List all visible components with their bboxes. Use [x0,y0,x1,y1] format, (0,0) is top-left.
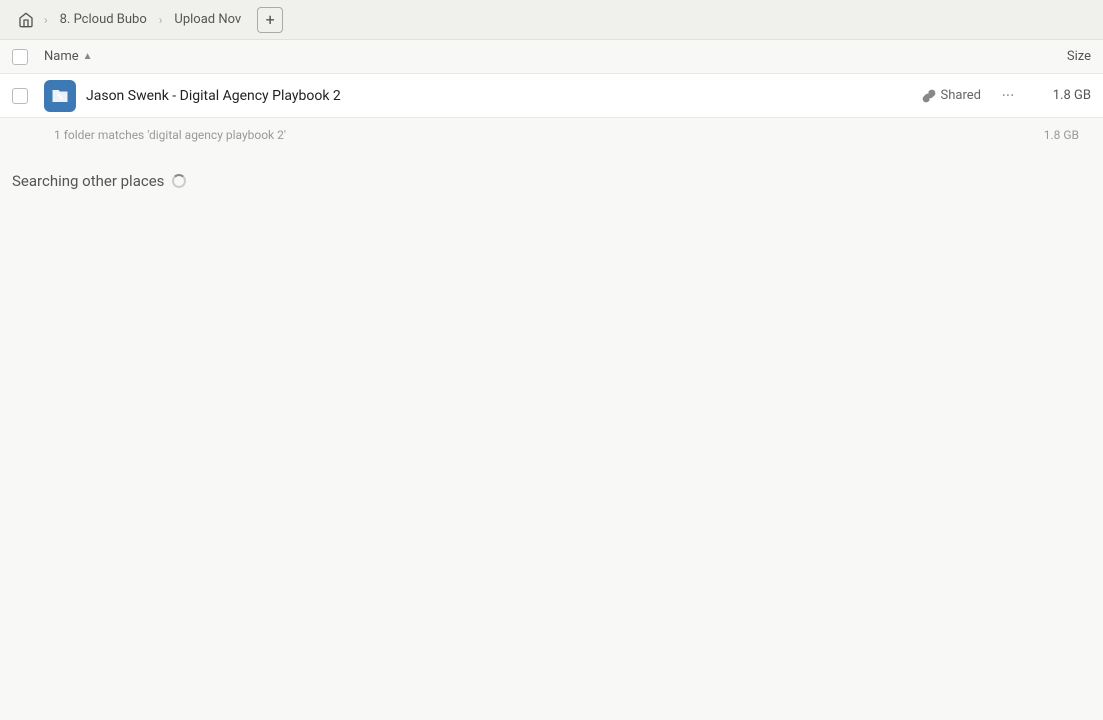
checkbox-box[interactable] [12,49,28,65]
breadcrumb-separator-1: › [44,13,48,27]
column-headers: Name ▲ Size [0,40,1103,74]
match-info-text: 1 folder matches 'digital agency playboo… [54,128,286,142]
link-icon [922,89,936,103]
file-size-label: 1.8 GB [1031,88,1091,103]
breadcrumb-separator-2: › [159,13,163,27]
file-shared-label: Shared [922,88,981,103]
topbar: › 8. Pcloud Bubo › Upload Nov + [0,0,1103,40]
folder-link-icon [44,80,76,112]
searching-text: Searching other places [12,172,164,190]
searching-section: Searching other places [0,152,1103,200]
searching-label: Searching other places [12,172,1091,190]
size-column-header[interactable]: Size [1011,49,1091,64]
file-row[interactable]: Jason Swenk - Digital Agency Playbook 2 … [0,74,1103,118]
file-more-button[interactable]: ··· [993,81,1023,111]
sort-arrow-icon: ▲ [83,51,93,62]
file-row-checkbox[interactable] [12,88,44,104]
breadcrumb-upload-nov[interactable]: Upload Nov [166,8,249,31]
file-name-label: Jason Swenk - Digital Agency Playbook 2 [86,88,922,104]
checkbox-box-file[interactable] [12,88,28,104]
add-tab-button[interactable]: + [257,7,283,33]
home-button[interactable] [12,6,40,34]
loading-spinner [172,174,186,188]
name-column-header[interactable]: Name ▲ [44,49,1011,64]
match-info-bar: 1 folder matches 'digital agency playboo… [0,118,1103,152]
match-info-size: 1.8 GB [1044,128,1091,142]
breadcrumb-pcloud-bubo[interactable]: 8. Pcloud Bubo [52,8,155,31]
select-all-checkbox[interactable] [12,49,44,65]
